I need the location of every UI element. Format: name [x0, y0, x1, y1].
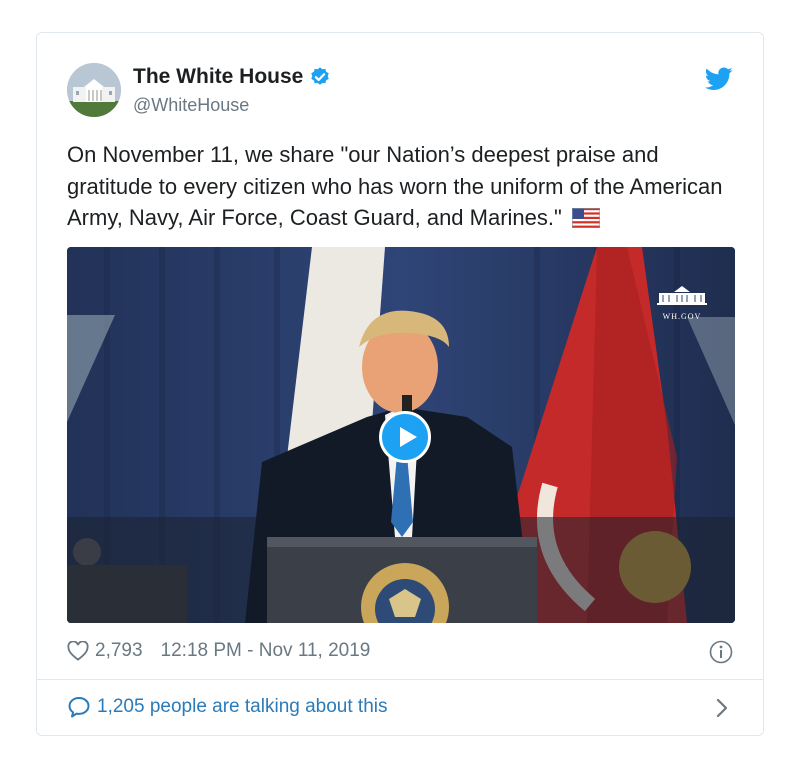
speech-bubble-icon: [68, 697, 90, 718]
embedded-tweet-card[interactable]: The White House @WhiteHouse On November …: [36, 32, 764, 736]
white-house-logo-icon: [657, 286, 707, 305]
info-icon[interactable]: [709, 640, 733, 664]
author-handle[interactable]: @WhiteHouse: [133, 95, 249, 116]
heart-icon[interactable]: [67, 641, 89, 661]
twitter-bird-icon[interactable]: [705, 67, 733, 91]
wh-gov-watermark: WH.GOV: [657, 285, 707, 321]
conversation-link[interactable]: 1,205 people are talking about this: [67, 695, 388, 719]
video-player[interactable]: WH.GOV: [67, 247, 735, 623]
tweet-text: On November 11, we share "our Nation’s d…: [67, 139, 747, 234]
like-count[interactable]: 2,793: [95, 640, 143, 662]
verified-badge-icon: [311, 67, 330, 85]
us-flag-icon: [571, 208, 600, 228]
play-button[interactable]: [379, 411, 431, 463]
divider: [37, 679, 763, 680]
tweet-timestamp[interactable]: 12:18 PM - Nov 11, 2019: [161, 640, 371, 662]
author-name-row[interactable]: The White House: [133, 65, 331, 89]
avatar[interactable]: [67, 63, 121, 117]
conversation-text[interactable]: 1,205 people are talking about this: [97, 696, 388, 718]
author-name[interactable]: The White House: [133, 65, 303, 89]
watermark-text: WH.GOV: [662, 312, 702, 321]
play-icon: [400, 427, 417, 447]
tweet-body: On November 11, we share "our Nation’s d…: [67, 142, 723, 230]
white-house-avatar-icon: [67, 63, 121, 117]
chevron-right-icon[interactable]: [715, 697, 729, 719]
tweet-meta: 2,793 12:18 PM - Nov 11, 2019: [67, 639, 370, 663]
